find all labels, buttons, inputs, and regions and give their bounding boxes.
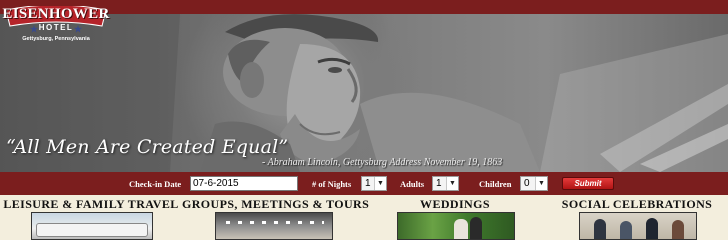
booking-bar: Check-in Date 07-6-2015 # of Nights 1 ▼ … (0, 172, 728, 195)
checkin-date-input[interactable]: 07-6-2015 (190, 176, 298, 191)
guest-shape (620, 221, 632, 239)
hotel-logo[interactable]: EISENHOWER HOTEL Gettysburg, Pennsylvani… (0, 2, 112, 48)
guest-shape (672, 220, 684, 239)
adults-label: Adults (400, 179, 425, 189)
social-photo[interactable] (579, 212, 697, 240)
category-weddings[interactable]: WEDDINGS (364, 196, 546, 240)
hero-attribution: - Abraham Lincoln, Gettysburg Address No… (262, 157, 503, 168)
groom-shape (470, 217, 482, 239)
leisure-photo[interactable] (31, 212, 153, 240)
category-groups[interactable]: GROUPS, MEETINGS & TOURS (182, 196, 370, 240)
category-title: LEISURE & FAMILY TRAVEL (3, 197, 179, 211)
chevron-down-icon: ▼ (535, 177, 547, 190)
chevron-down-icon: ▼ (446, 177, 458, 190)
star-icon (30, 25, 38, 33)
submit-button[interactable]: Submit (562, 177, 614, 190)
logo-location: Gettysburg, Pennsylvania (22, 36, 90, 42)
children-select[interactable]: 0 ▼ (520, 176, 548, 191)
logo-subname: HOTEL (38, 23, 74, 32)
category-social[interactable]: SOCIAL CELEBRATIONS (546, 196, 728, 240)
star-icon (74, 25, 82, 33)
nights-select[interactable]: 1 ▼ (361, 176, 387, 191)
nights-value: 1 (365, 178, 371, 189)
groups-photo[interactable] (215, 212, 333, 240)
bride-shape (454, 219, 468, 239)
category-leisure[interactable]: LEISURE & FAMILY TRAVEL (0, 196, 182, 240)
weddings-photo[interactable] (397, 212, 515, 240)
category-title: WEDDINGS (420, 197, 490, 211)
children-value: 0 (524, 178, 530, 189)
bus-shape (36, 223, 148, 237)
adults-value: 1 (436, 178, 442, 189)
category-title: GROUPS, MEETINGS & TOURS (182, 197, 370, 211)
children-label: Children (479, 179, 512, 189)
nights-label: # of Nights (312, 179, 352, 189)
logo-name: EISENHOWER (2, 6, 110, 22)
guest-shape (646, 218, 658, 239)
hero-quote: “All Men Are Created Equal” (6, 136, 289, 158)
ceiling-lights (226, 221, 324, 224)
checkin-label: Check-in Date (129, 179, 182, 189)
chevron-down-icon: ▼ (374, 177, 386, 190)
guest-shape (594, 219, 606, 239)
category-title: SOCIAL CELEBRATIONS (561, 197, 713, 211)
adults-select[interactable]: 1 ▼ (432, 176, 459, 191)
